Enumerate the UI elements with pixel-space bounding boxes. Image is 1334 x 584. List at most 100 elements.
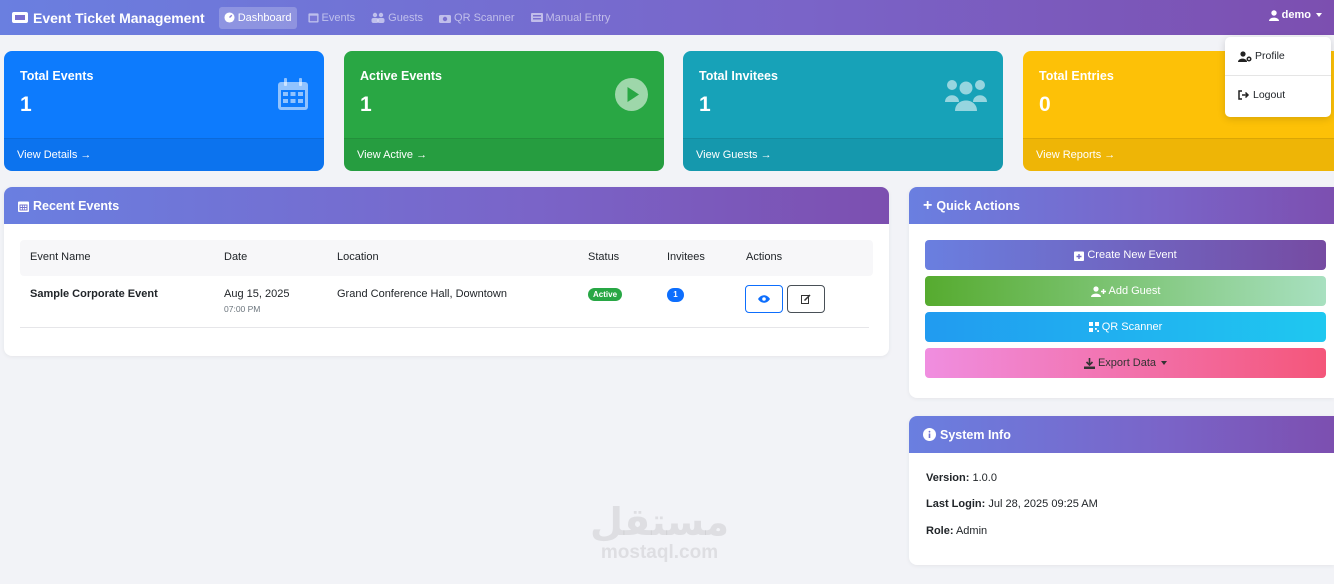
- stat-value: 1: [20, 93, 32, 116]
- column-header: Date: [224, 251, 248, 263]
- nav-events[interactable]: Events: [303, 7, 361, 29]
- arrow-right-icon: →: [416, 149, 428, 161]
- nav-qr-scanner-label: QR Scanner: [454, 11, 515, 24]
- button-label: Create New Event: [1087, 249, 1177, 261]
- eye-icon: [758, 295, 770, 303]
- nav-qr-scanner[interactable]: QR Scanner: [434, 7, 520, 29]
- nav-manual-entry[interactable]: Manual Entry: [526, 7, 616, 29]
- view-event-button[interactable]: [745, 285, 783, 313]
- nav-manual-entry-label: Manual Entry: [545, 11, 611, 24]
- arrow-right-icon: →: [80, 149, 92, 161]
- logout-icon: [1238, 90, 1250, 100]
- button-label: Export Data: [1097, 357, 1157, 369]
- quick-actions-header: + Quick Actions: [909, 187, 1334, 224]
- calendar-icon: [278, 78, 308, 113]
- table-row: Sample Corporate Event Aug 15, 2025 07:0…: [20, 276, 869, 328]
- stat-title: Total Entries: [1039, 69, 1114, 83]
- info-version: Version: 1.0.0: [926, 472, 997, 484]
- status-badge: Active: [588, 288, 623, 301]
- info-role: Role: Admin: [926, 525, 987, 537]
- brand[interactable]: Event Ticket Management: [12, 10, 205, 26]
- top-navbar: Event Ticket Management Dashboard Events…: [0, 0, 1334, 35]
- user-dropdown-menu: Profile Logout: [1225, 37, 1331, 117]
- arrow-right-icon: →: [1104, 149, 1116, 161]
- nav-guests-label: Guests: [388, 11, 424, 24]
- info-label: Version:: [926, 472, 970, 484]
- invitees-badge: 1: [667, 288, 684, 302]
- user-plus-icon: [1090, 285, 1106, 297]
- dashboard-icon: [224, 12, 235, 23]
- info-value: Jul 28, 2025 09:25 AM: [988, 498, 1098, 510]
- info-value: Admin: [955, 525, 988, 537]
- nav-events-label: Events: [321, 11, 356, 24]
- chevron-down-icon: [1316, 13, 1322, 17]
- nav-guests[interactable]: Guests: [366, 7, 428, 29]
- view-active-link[interactable]: View Active →: [344, 138, 664, 171]
- event-name: Sample Corporate Event: [30, 288, 158, 300]
- username: demo: [1281, 9, 1311, 21]
- column-header: Status: [588, 251, 620, 263]
- column-header: Invitees: [667, 251, 705, 263]
- dropdown-profile[interactable]: Profile: [1225, 37, 1331, 75]
- button-label: QR Scanner: [1101, 321, 1163, 333]
- qr-scanner-button[interactable]: QR Scanner: [925, 312, 1326, 342]
- stat-link-label: View Reports: [1036, 149, 1102, 161]
- info-label: Role:: [926, 525, 954, 537]
- event-date: Aug 15, 2025: [224, 288, 290, 300]
- watermark-latin: mostaql.com: [600, 542, 719, 563]
- arrow-right-icon: →: [760, 149, 772, 161]
- stat-card-total-invitees: Total Invitees 1 View Guests →: [683, 51, 1003, 171]
- user-icon: [1268, 9, 1279, 21]
- nav-dashboard-label: Dashboard: [237, 11, 292, 24]
- dropdown-logout[interactable]: Logout: [1225, 76, 1331, 114]
- stat-value: 0: [1039, 93, 1051, 116]
- info-circle-icon: [923, 428, 936, 441]
- stat-value: 1: [699, 93, 711, 116]
- quick-actions-title: Quick Actions: [936, 198, 1020, 213]
- download-icon: [1083, 357, 1095, 369]
- chevron-down-icon: [1161, 361, 1168, 365]
- edit-event-button[interactable]: [787, 285, 825, 313]
- recent-events-header: Recent Events: [4, 187, 889, 224]
- nav-dashboard[interactable]: Dashboard: [218, 6, 297, 29]
- view-details-link[interactable]: View Details →: [4, 138, 324, 171]
- qrcode-icon: [1088, 322, 1099, 332]
- system-info-header: System Info: [909, 416, 1334, 453]
- keyboard-icon: [530, 13, 543, 22]
- calendar-plus-icon: [1074, 251, 1085, 261]
- user-gear-icon: [1238, 50, 1252, 62]
- stat-title: Active Events: [360, 69, 442, 83]
- add-guest-button[interactable]: Add Guest: [925, 276, 1326, 306]
- quick-actions-panel: + Quick Actions Create New Event Add Gue…: [909, 187, 1334, 398]
- info-value: 1.0.0: [972, 472, 997, 484]
- dropdown-profile-label: Profile: [1255, 50, 1285, 62]
- view-guests-link[interactable]: View Guests →: [683, 138, 1003, 171]
- event-location: Grand Conference Hall, Downtown: [337, 288, 507, 300]
- button-label: Add Guest: [1108, 285, 1161, 297]
- system-info-panel: System Info Version: 1.0.0 Last Login: J…: [909, 416, 1334, 565]
- stat-link-label: View Active: [357, 149, 414, 161]
- users-icon: [371, 12, 385, 23]
- calendar-icon: [307, 13, 319, 23]
- dropdown-logout-label: Logout: [1253, 89, 1286, 101]
- plus-icon: +: [923, 196, 933, 214]
- stat-card-active-events: Active Events 1 View Active →: [344, 51, 664, 171]
- stat-title: Total Events: [20, 69, 94, 83]
- recent-events-panel: Recent Events Event Name Date Location S…: [4, 187, 889, 356]
- info-last-login: Last Login: Jul 28, 2025 09:25 AM: [926, 498, 1098, 510]
- users-icon: [945, 78, 987, 114]
- table-header: Event Name Date Location Status Invitees…: [20, 240, 873, 276]
- column-header: Actions: [746, 251, 783, 263]
- stat-card-total-events: Total Events 1 View Details →: [4, 51, 324, 171]
- play-icon: [615, 78, 648, 114]
- create-new-event-button[interactable]: Create New Event: [925, 240, 1326, 270]
- watermark-arabic: مستقل: [590, 500, 729, 544]
- export-data-button[interactable]: Export Data: [925, 348, 1326, 378]
- info-label: Last Login:: [926, 498, 986, 510]
- view-reports-link[interactable]: View Reports →: [1023, 138, 1334, 171]
- stat-link-label: View Details: [17, 149, 78, 161]
- stat-link-label: View Guests: [696, 149, 758, 161]
- user-menu-toggle[interactable]: demo: [1268, 9, 1322, 21]
- column-header: Event Name: [30, 251, 91, 263]
- calendar-icon: [18, 201, 29, 212]
